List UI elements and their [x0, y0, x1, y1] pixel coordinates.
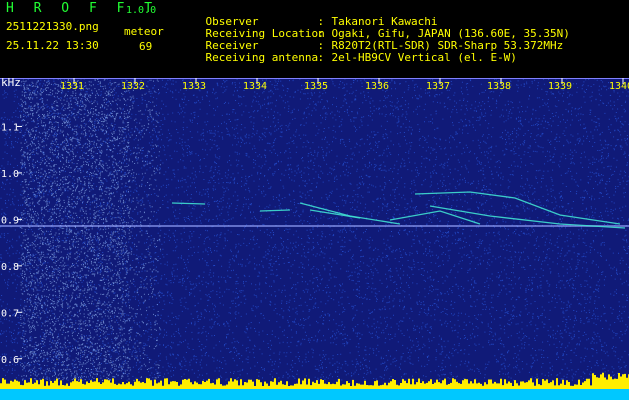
meteor-label: meteor	[124, 25, 164, 38]
x-tick-label: 1331	[60, 81, 84, 92]
y-tick-label: 0.7	[1, 308, 19, 319]
antenna-label: Receiving antenna	[205, 51, 319, 64]
y-tick-label: 0.6	[1, 355, 19, 366]
x-tick-label: 1337	[426, 81, 450, 92]
timestamp: 25.11.22 13:30	[6, 39, 99, 52]
y-tick-label: 0.8	[1, 262, 19, 273]
separator: :	[317, 51, 325, 64]
meteor-count: 69	[139, 40, 153, 53]
x-tick-label: 1332	[121, 81, 145, 92]
x-tick-label: 1333	[182, 81, 206, 92]
app-version: 1.0.0	[126, 5, 157, 16]
header-panel: H R O F F T 1.0.0 2511221330.png 25.11.2…	[0, 0, 629, 78]
x-tick-label: 1339	[548, 81, 572, 92]
x-tick-label: 1334	[243, 81, 267, 92]
y-tick-label: 0.9	[1, 215, 19, 226]
antenna-row: Receiving antenna: 2el-HB9CV Vertical (el…	[179, 40, 517, 76]
x-tick-label: 1336	[365, 81, 389, 92]
y-axis-unit: kHz	[1, 76, 21, 89]
x-tick-label: 1340	[609, 81, 629, 92]
y-tick-label: 1.0	[1, 169, 19, 180]
antenna-value: 2el-HB9CV Vertical (el. E-W)	[331, 51, 517, 64]
x-tick-label: 1338	[487, 81, 511, 92]
x-tick-label: 1335	[304, 81, 328, 92]
carrier-line	[0, 225, 629, 227]
spectrogram: 1.1 1.0 0.9 0.8 0.7 0.6 1331 1332 1333 1334 1335 1…	[0, 78, 629, 400]
file-name: 2511221330.png	[6, 20, 99, 33]
y-tick-label: 1.1	[1, 122, 19, 133]
